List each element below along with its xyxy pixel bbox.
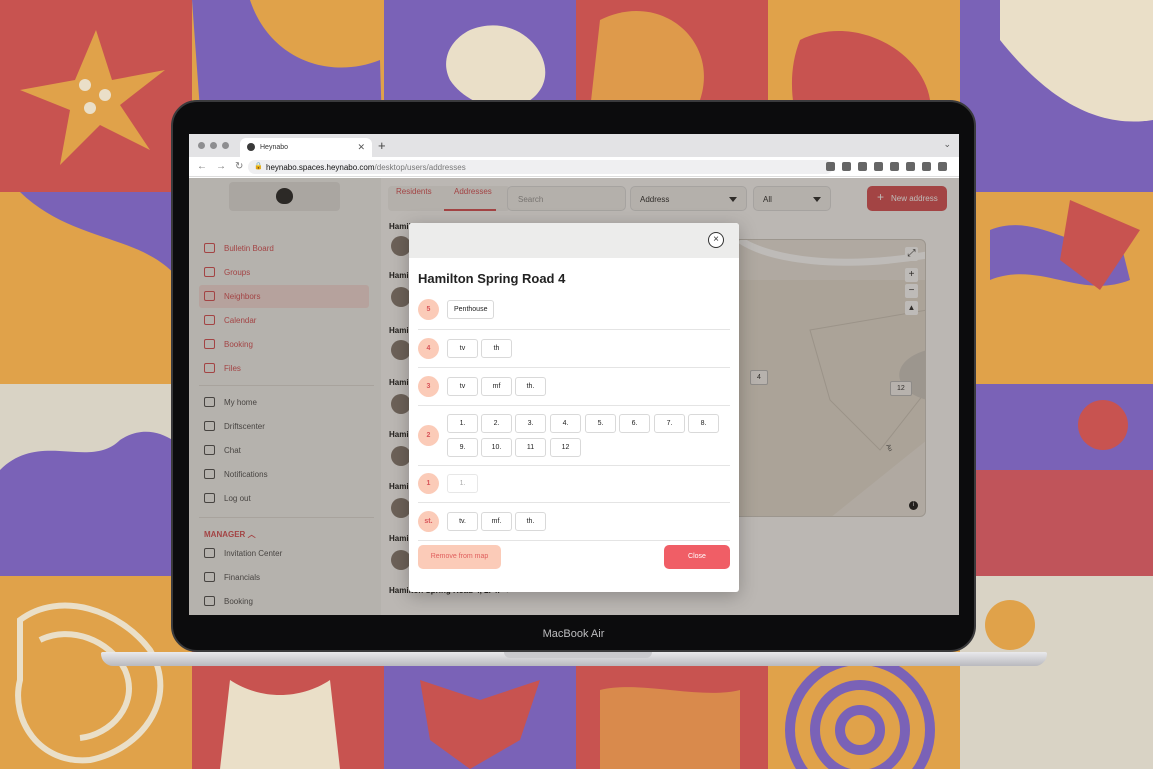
unit-button[interactable]: 7.: [654, 414, 685, 433]
modal-header: ×: [409, 223, 739, 258]
browser-tab-title: Heynabo: [260, 144, 289, 151]
chevron-down-icon[interactable]: ⌄: [943, 139, 951, 150]
floor-row: 3 tv mf th.: [418, 368, 730, 406]
unit-button[interactable]: 6.: [619, 414, 650, 433]
url-input[interactable]: 🔒 heynabo.spaces.heynabo.com/desktop/use…: [248, 160, 833, 174]
forward-icon[interactable]: →: [216, 161, 226, 172]
floor-badge: 4: [418, 338, 439, 359]
unit-button-disabled: 1.: [447, 474, 478, 493]
floor-badge: 5: [418, 299, 439, 320]
unit-button[interactable]: 9.: [447, 438, 478, 457]
profile-icon[interactable]: [938, 162, 947, 171]
floor-row: 5 Penthouse: [418, 292, 730, 330]
laptop-screen: Heynabo ✕ + ⌄ ← → ↻ 🔒 heynabo.spaces.hey…: [189, 134, 959, 615]
browser-tab-bar: Heynabo ✕ + ⌄: [189, 134, 959, 157]
browser-nav: ← → ↻: [197, 161, 243, 172]
unit-button[interactable]: th.: [515, 512, 546, 531]
unit-button[interactable]: 3.: [515, 414, 546, 433]
puzzle-icon[interactable]: [906, 162, 915, 171]
unit-button[interactable]: 8.: [688, 414, 719, 433]
close-button[interactable]: Close: [664, 545, 730, 569]
unit-button[interactable]: th: [481, 339, 512, 358]
url-host: heynabo.spaces.heynabo.com: [266, 163, 375, 172]
unit-button[interactable]: 5.: [585, 414, 616, 433]
floor-badge: 2: [418, 425, 439, 446]
unit-button[interactable]: 10.: [481, 438, 512, 457]
tab-close-icon[interactable]: ✕: [357, 142, 365, 153]
unit-button[interactable]: 11: [515, 438, 546, 457]
reload-icon[interactable]: ↻: [235, 161, 243, 172]
floor-row: 4 tv th: [418, 330, 730, 368]
floor-badge: st.: [418, 511, 439, 532]
heynabo-favicon-icon: [247, 143, 255, 151]
floor-badge: 3: [418, 376, 439, 397]
floor-row: st. tv. mf. th.: [418, 503, 730, 541]
remove-from-map-button[interactable]: Remove from map: [418, 545, 501, 569]
extension-icon[interactable]: [890, 162, 899, 171]
laptop-notch: [504, 652, 652, 658]
sidebar-icon[interactable]: [922, 162, 931, 171]
extension-icon[interactable]: [826, 162, 835, 171]
modal-title: Hamilton Spring Road 4: [418, 271, 566, 286]
floor-row: 2 1. 2. 3. 4. 5. 6. 7. 8. 9. 10. 11 12: [418, 406, 730, 466]
extension-icon[interactable]: [874, 162, 883, 171]
unit-button[interactable]: mf: [481, 377, 512, 396]
laptop-brand-label: MacBook Air: [542, 628, 605, 640]
unit-button[interactable]: th.: [515, 377, 546, 396]
unit-button[interactable]: tv.: [447, 512, 478, 531]
new-tab-icon[interactable]: +: [378, 138, 386, 153]
unit-button[interactable]: 2.: [481, 414, 512, 433]
unit-button[interactable]: Penthouse: [447, 300, 495, 319]
url-path: /desktop/users/addresses: [374, 163, 466, 172]
extension-icons: [826, 162, 947, 171]
unit-button[interactable]: mf.: [481, 512, 512, 531]
close-icon[interactable]: ×: [708, 232, 724, 248]
browser-address-bar: ← → ↻ 🔒 heynabo.spaces.heynabo.com/deskt…: [189, 157, 959, 177]
back-icon[interactable]: ←: [197, 161, 207, 172]
floor-row: 1 1.: [418, 466, 730, 503]
lock-icon: 🔒: [254, 163, 263, 170]
unit-button[interactable]: 1.: [447, 414, 478, 433]
unit-button[interactable]: tv: [447, 377, 478, 396]
address-floors-modal: × Hamilton Spring Road 4 5 Penthouse 4 t…: [409, 223, 739, 592]
star-icon[interactable]: [858, 162, 867, 171]
floor-badge: 1: [418, 473, 439, 494]
app-content: Bulletin Board Groups Neighbors Calendar…: [189, 178, 959, 615]
unit-button[interactable]: 4.: [550, 414, 581, 433]
unit-button[interactable]: tv: [447, 339, 478, 358]
unit-button[interactable]: 12: [550, 438, 581, 457]
share-icon[interactable]: [842, 162, 851, 171]
browser-tab[interactable]: Heynabo ✕: [240, 138, 372, 157]
window-controls[interactable]: [198, 142, 229, 149]
